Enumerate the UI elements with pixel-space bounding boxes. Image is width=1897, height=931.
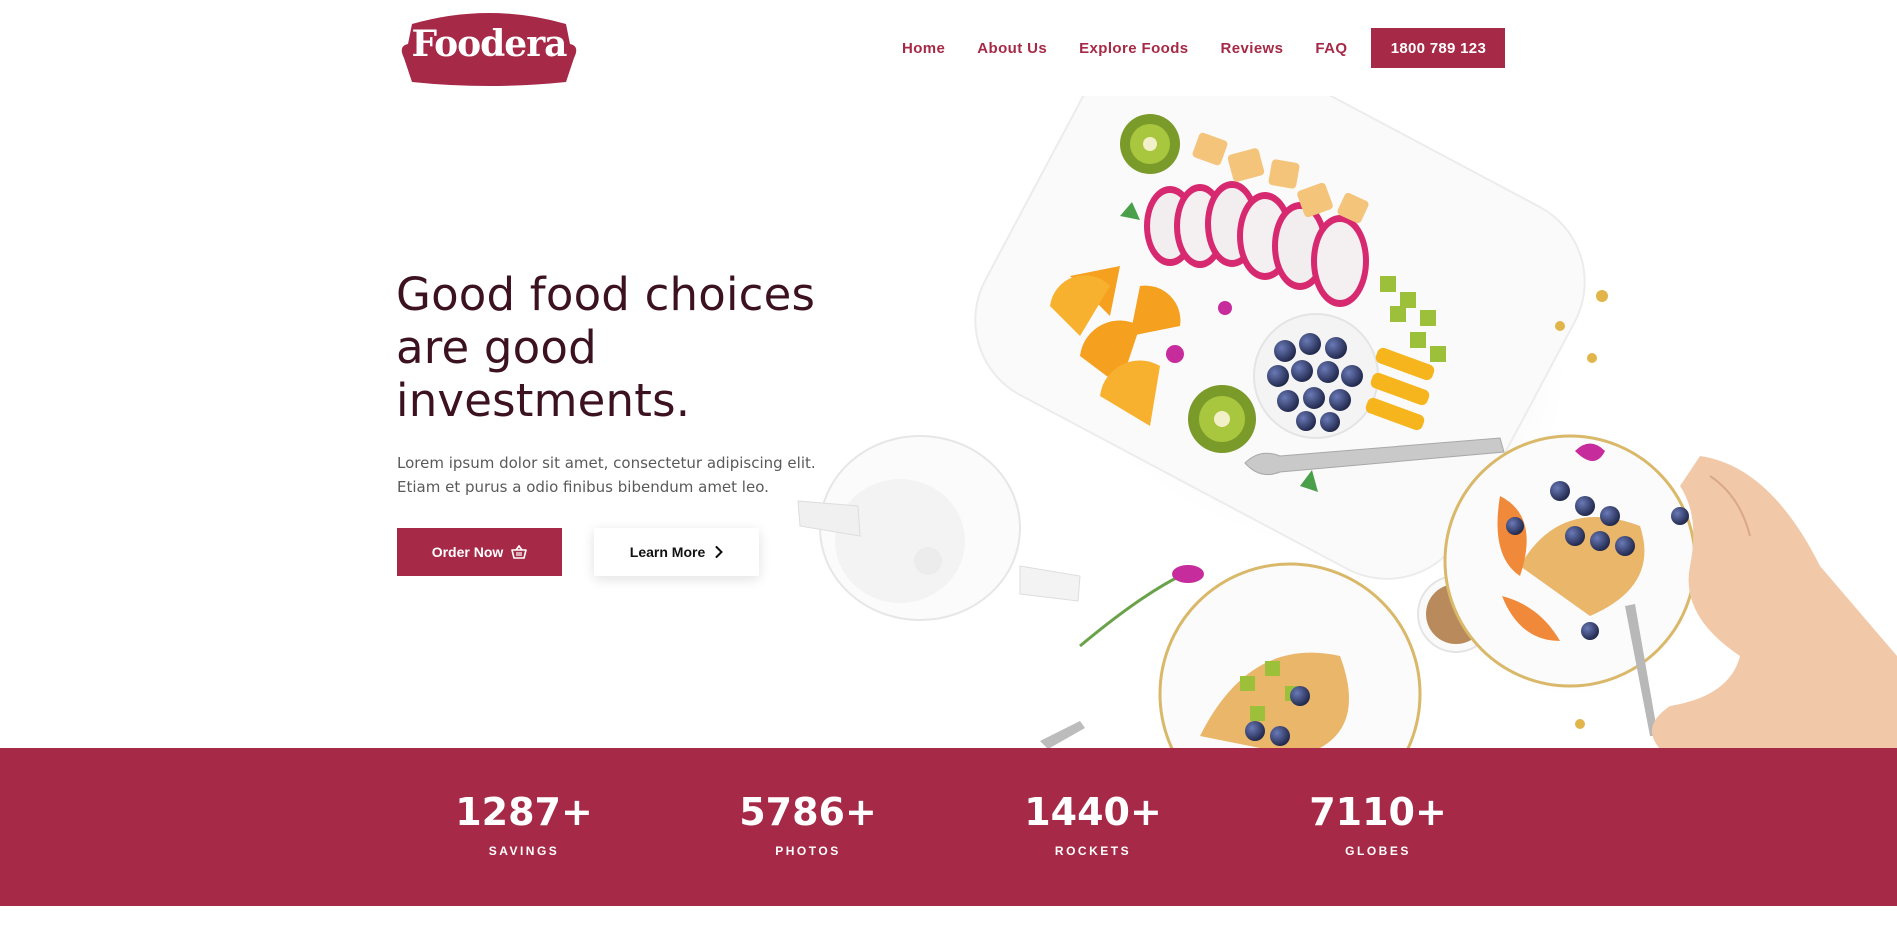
order-now-label: Order Now xyxy=(431,544,504,560)
stat-value: 7110+ xyxy=(1309,790,1447,834)
main-nav: Home About Us Explore Foods Reviews FAQ … xyxy=(902,27,1506,69)
hero-food-image xyxy=(780,96,1897,749)
nav-home[interactable]: Home xyxy=(902,40,945,57)
stat-value: 5786+ xyxy=(739,790,877,834)
basket-icon xyxy=(511,545,528,559)
nav-about-us[interactable]: About Us xyxy=(977,40,1047,57)
chevron-right-icon xyxy=(715,546,724,558)
brand-logo[interactable]: Foodera xyxy=(398,10,580,86)
learn-more-button[interactable]: Learn More xyxy=(594,528,759,576)
stat-rockets: 1440+ ROCKETS xyxy=(993,790,1193,858)
phone-button[interactable]: 1800 789 123 xyxy=(1371,28,1506,68)
stat-photos: 5786+ PHOTOS xyxy=(708,790,908,858)
stat-label: GLOBES xyxy=(1345,844,1411,858)
stat-value: 1287+ xyxy=(455,790,593,834)
order-now-button[interactable]: Order Now xyxy=(397,528,562,576)
stats-bar: 1287+ SAVINGS 5786+ PHOTOS 1440+ ROCKETS… xyxy=(0,748,1897,906)
stat-globes: 7110+ GLOBES xyxy=(1278,790,1478,858)
stat-label: SAVINGS xyxy=(488,844,560,858)
learn-more-label: Learn More xyxy=(629,544,706,560)
stat-label: ROCKETS xyxy=(1054,844,1132,858)
crepe-plate-right xyxy=(1440,434,1700,736)
stat-value: 1440+ xyxy=(1024,790,1162,834)
hero-description: Lorem ipsum dolor sit amet, consectetur … xyxy=(397,454,816,496)
nav-reviews[interactable]: Reviews xyxy=(1221,40,1284,57)
logo-text: Foodera xyxy=(411,23,568,65)
stat-label: PHOTOS xyxy=(775,844,841,858)
nav-explore-foods[interactable]: Explore Foods xyxy=(1079,40,1188,57)
nav-faq[interactable]: FAQ xyxy=(1315,40,1347,57)
stat-savings: 1287+ SAVINGS xyxy=(424,790,624,858)
teapot xyxy=(797,435,1081,621)
